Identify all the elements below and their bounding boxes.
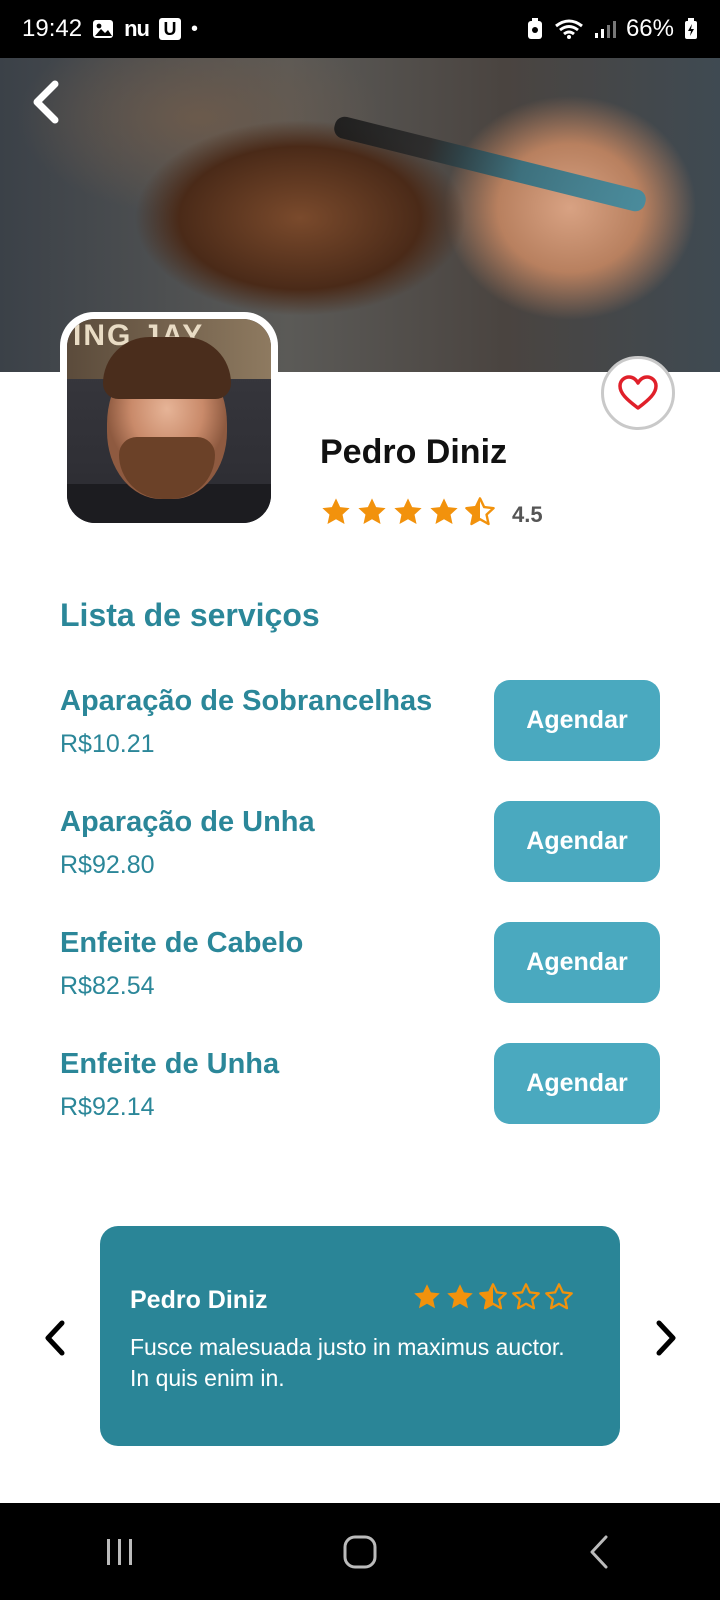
service-name: Aparação de Sobrancelhas (60, 685, 433, 717)
service-item: Enfeite de Cabelo R$82.54 Agendar (60, 922, 660, 1043)
star-icon (412, 1282, 442, 1317)
data-saver-icon (526, 18, 544, 40)
back-button[interactable] (26, 80, 66, 124)
schedule-button[interactable]: Agendar (494, 1043, 660, 1124)
favorite-button[interactable] (601, 356, 675, 430)
schedule-button[interactable]: Agendar (494, 922, 660, 1003)
status-time: 19:42 (22, 15, 83, 42)
u-app-notification-icon: U (158, 18, 181, 40)
services-list: Aparação de Sobrancelhas R$10.21 Agendar… (60, 680, 660, 1164)
signal-icon (594, 19, 616, 39)
review-text: Fusce malesuada justo in maximus auctor.… (130, 1334, 565, 1391)
barber-name: Pedro Diniz (320, 433, 508, 471)
chevron-left-icon (45, 1320, 65, 1356)
battery-charging-icon (684, 18, 698, 40)
schedule-button[interactable]: Agendar (494, 801, 660, 882)
straight-razor-graphic (332, 114, 648, 214)
star-icon (392, 496, 424, 533)
heart-icon (618, 375, 658, 410)
service-item: Aparação de Sobrancelhas R$10.21 Agendar (60, 680, 660, 801)
service-name: Enfeite de Unha (60, 1048, 280, 1080)
recents-button[interactable] (80, 1522, 160, 1582)
service-price: R$10.21 (60, 730, 155, 758)
rating-value: 4.5 (512, 501, 543, 527)
chevron-left-icon (33, 80, 59, 124)
barber-rating: 4.5 (320, 496, 543, 533)
star-empty-icon (544, 1282, 574, 1317)
nubank-notification-icon: nu (124, 16, 150, 41)
review-author: Pedro Diniz (130, 1286, 268, 1314)
more-notifications-dot: • (190, 17, 198, 40)
avatar-photo: ING JAY (67, 319, 271, 523)
service-price: R$92.80 (60, 851, 155, 879)
nav-back-button[interactable] (560, 1522, 640, 1582)
review-prev-button[interactable] (37, 1316, 73, 1360)
review-next-button[interactable] (648, 1316, 684, 1360)
status-left: 19:42 nu U • (22, 15, 198, 43)
star-half-icon (478, 1282, 508, 1317)
service-name: Enfeite de Cabelo (60, 927, 304, 959)
star-icon (445, 1282, 475, 1317)
star-half-icon (464, 496, 496, 533)
service-price: R$92.14 (60, 1093, 155, 1121)
system-navigation-bar (0, 1503, 720, 1600)
wifi-icon (554, 18, 584, 40)
service-item: Aparação de Unha R$92.80 Agendar (60, 801, 660, 922)
battery-percent: 66% (625, 15, 674, 42)
star-icon (356, 496, 388, 533)
star-icon (428, 496, 460, 533)
service-item: Enfeite de Unha R$92.14 Agendar (60, 1043, 660, 1164)
gallery-notification-icon (92, 19, 114, 39)
review-card: Pedro Diniz Fusce malesuada justo in max… (100, 1226, 620, 1446)
service-price: R$82.54 (60, 972, 155, 1000)
services-title: Lista de serviços (60, 597, 320, 633)
home-button[interactable] (320, 1522, 400, 1582)
star-empty-icon (511, 1282, 541, 1317)
avatar: ING JAY (60, 312, 278, 530)
recents-icon (107, 1538, 132, 1565)
status-right: 66% (526, 15, 698, 43)
avatar-hair (103, 337, 231, 399)
service-name: Aparação de Unha (60, 806, 315, 838)
star-icon (320, 496, 352, 533)
review-rating (412, 1282, 574, 1317)
chevron-right-icon (656, 1320, 676, 1356)
status-bar: 19:42 nu U • 66% (0, 0, 720, 58)
back-icon (590, 1535, 608, 1568)
home-icon (343, 1535, 377, 1568)
schedule-button[interactable]: Agendar (494, 680, 660, 761)
